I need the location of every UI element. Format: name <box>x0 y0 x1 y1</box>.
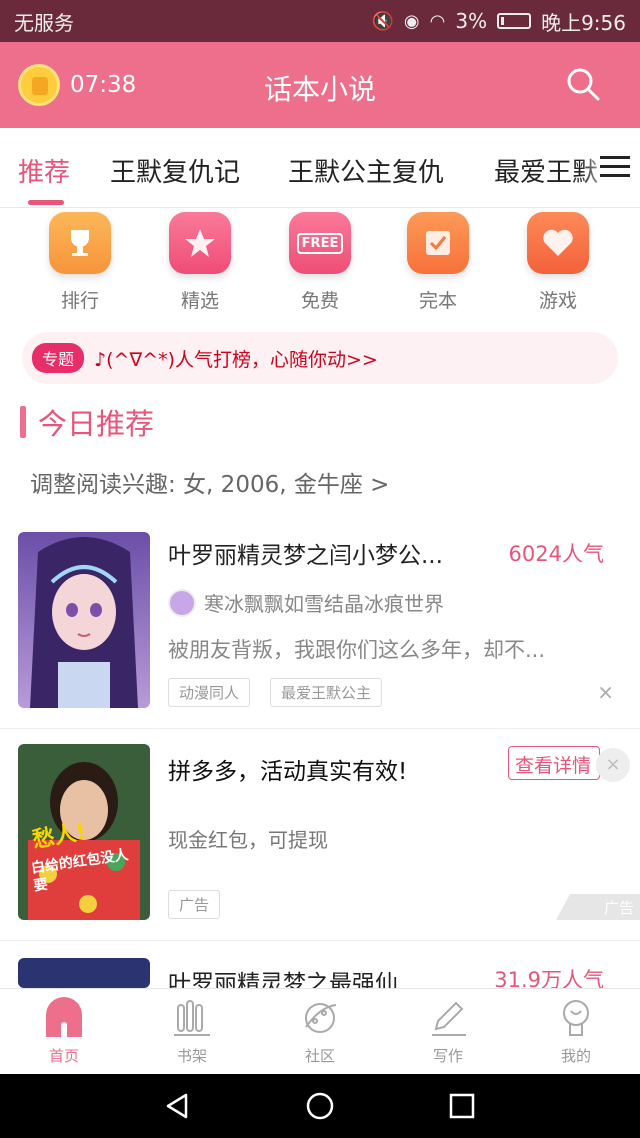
book-popularity: 6024人气 <box>508 542 604 566</box>
category-free[interactable]: FREE 免费 <box>280 212 360 313</box>
category-label: 游戏 <box>538 290 577 312</box>
ad-subtitle: 现金红包，可提现 <box>168 828 328 852</box>
pen-icon <box>432 1001 466 1036</box>
bookshelf-icon <box>174 1000 210 1036</box>
clock: 晚上9:56 <box>541 10 626 35</box>
ad-card[interactable]: 愁人! 白给的红包没人要 拼多多，活动真实有效! 查看详情 × 现金红包，可提现… <box>0 744 640 940</box>
category-label: 排行 <box>60 290 99 312</box>
heart-icon <box>527 212 589 274</box>
nav-home[interactable]: 首页 <box>24 997 104 1066</box>
nav-profile[interactable]: 我的 <box>536 997 616 1066</box>
book-title[interactable]: 叶罗丽精灵梦之最强仙... <box>168 964 420 988</box>
eye-icon: ◉ <box>403 10 420 32</box>
category-ranking[interactable]: 排行 <box>40 212 120 313</box>
nav-label: 首页 <box>48 1047 79 1065</box>
home-button-icon[interactable] <box>306 1092 334 1120</box>
free-icon: FREE <box>289 212 351 274</box>
free-badge: FREE <box>296 232 344 254</box>
topic-text: ♪(^∇^*)人气打榜，心随你动>> <box>94 348 378 371</box>
planet-icon <box>305 1003 337 1033</box>
trophy-icon <box>49 212 111 274</box>
nav-label: 书架 <box>176 1047 207 1065</box>
category-label: 免费 <box>300 290 339 312</box>
category-label: 精选 <box>180 290 219 312</box>
ad-image[interactable]: 愁人! 白给的红包没人要 <box>18 744 150 920</box>
category-games[interactable]: 游戏 <box>518 212 598 313</box>
star-icon <box>169 212 231 274</box>
ad-tag: 广告 <box>168 890 221 919</box>
dismiss-icon[interactable]: × <box>597 680 614 704</box>
app-title: 话本小说 <box>263 73 376 106</box>
reading-preference-link[interactable]: 调整阅读兴趣: 女, 2006, 金牛座 > <box>30 465 389 499</box>
mute-icon: 🔇 <box>371 10 394 32</box>
book-description: 被朋友背叛，我跟你们这么多年，却不... <box>168 638 546 662</box>
wifi-icon: ◠ <box>429 10 446 32</box>
ad-close-icon[interactable]: × <box>596 748 630 782</box>
book-card[interactable]: 叶罗丽精灵梦之最强仙... 31.9万人气 <box>0 958 640 988</box>
topic-banner[interactable]: 专题 ♪(^∇^*)人气打榜，心随你动>> <box>22 332 618 384</box>
book-cover[interactable] <box>18 958 150 988</box>
section-title: 今日推荐 <box>38 407 155 441</box>
active-tab-indicator <box>28 200 64 205</box>
category-completed[interactable]: 完本 <box>398 212 478 313</box>
ad-title[interactable]: 拼多多，活动真实有效! <box>168 752 407 786</box>
back-icon[interactable] <box>164 1092 192 1120</box>
book-title[interactable]: 叶罗丽精灵梦之闫小梦公... <box>168 536 443 570</box>
search-icon[interactable] <box>566 67 600 101</box>
battery-icon <box>497 13 532 29</box>
profile-icon <box>563 1000 589 1036</box>
divider <box>0 728 640 729</box>
system-nav-bar <box>0 1074 640 1138</box>
book-author: 寒冰飘飘如雪结晶冰痕世界 <box>168 588 444 617</box>
bottom-navigation: 首页 书架 社区 写作 我的 <box>0 988 640 1074</box>
book-popularity: 31.9万人气 <box>494 968 604 988</box>
section-bar <box>20 406 26 438</box>
nav-community[interactable]: 社区 <box>280 997 360 1066</box>
author-name: 寒冰飘飘如雪结晶冰痕世界 <box>204 592 444 616</box>
category-featured[interactable]: 精选 <box>160 212 240 313</box>
category-label: 完本 <box>418 290 457 312</box>
tab-wangmo-princess[interactable]: 王默公主复仇 <box>288 152 444 189</box>
home-icon <box>46 997 82 1037</box>
status-bar: 无服务 🔇 ◉ ◠ 3% 晚上9:56 <box>0 0 640 42</box>
nav-bookshelf[interactable]: 书架 <box>152 997 232 1066</box>
book-tag[interactable]: 动漫同人 <box>168 678 251 707</box>
carrier-label: 无服务 <box>14 10 74 35</box>
menu-icon[interactable] <box>600 156 630 180</box>
divider <box>0 940 640 941</box>
nav-write[interactable]: 写作 <box>408 997 488 1066</box>
ad-mark: 广告 <box>556 894 640 920</box>
battery-percent: 3% <box>455 9 488 33</box>
app-header: 07:38 话本小说 <box>0 42 640 128</box>
ad-details-button[interactable]: 查看详情 <box>508 746 600 780</box>
book-card[interactable]: 叶罗丽精灵梦之闫小梦公... 6024人气 寒冰飘飘如雪结晶冰痕世界 被朋友背叛… <box>0 532 640 728</box>
avatar <box>168 588 196 617</box>
nav-label: 社区 <box>304 1047 335 1065</box>
topic-tag: 专题 <box>32 343 85 373</box>
book-cover[interactable] <box>18 532 150 708</box>
category-shortcuts: 排行 精选 FREE 免费 完本 游戏 <box>0 208 640 328</box>
category-tabs: 推荐 王默复仇记 王默公主复仇 最爱王默 <box>0 128 640 208</box>
status-icons: 🔇 ◉ ◠ 3% 晚上9:56 <box>371 7 626 36</box>
tab-wangmo-revenge[interactable]: 王默复仇记 <box>110 152 240 189</box>
check-icon <box>407 212 469 274</box>
tab-recommend[interactable]: 推荐 <box>18 152 70 189</box>
section-header: 今日推荐 <box>20 404 155 441</box>
nav-label: 写作 <box>432 1047 463 1065</box>
book-tag[interactable]: 最爱王默公主 <box>270 678 383 707</box>
nav-label: 我的 <box>560 1047 591 1065</box>
recent-apps-icon[interactable] <box>448 1092 476 1120</box>
